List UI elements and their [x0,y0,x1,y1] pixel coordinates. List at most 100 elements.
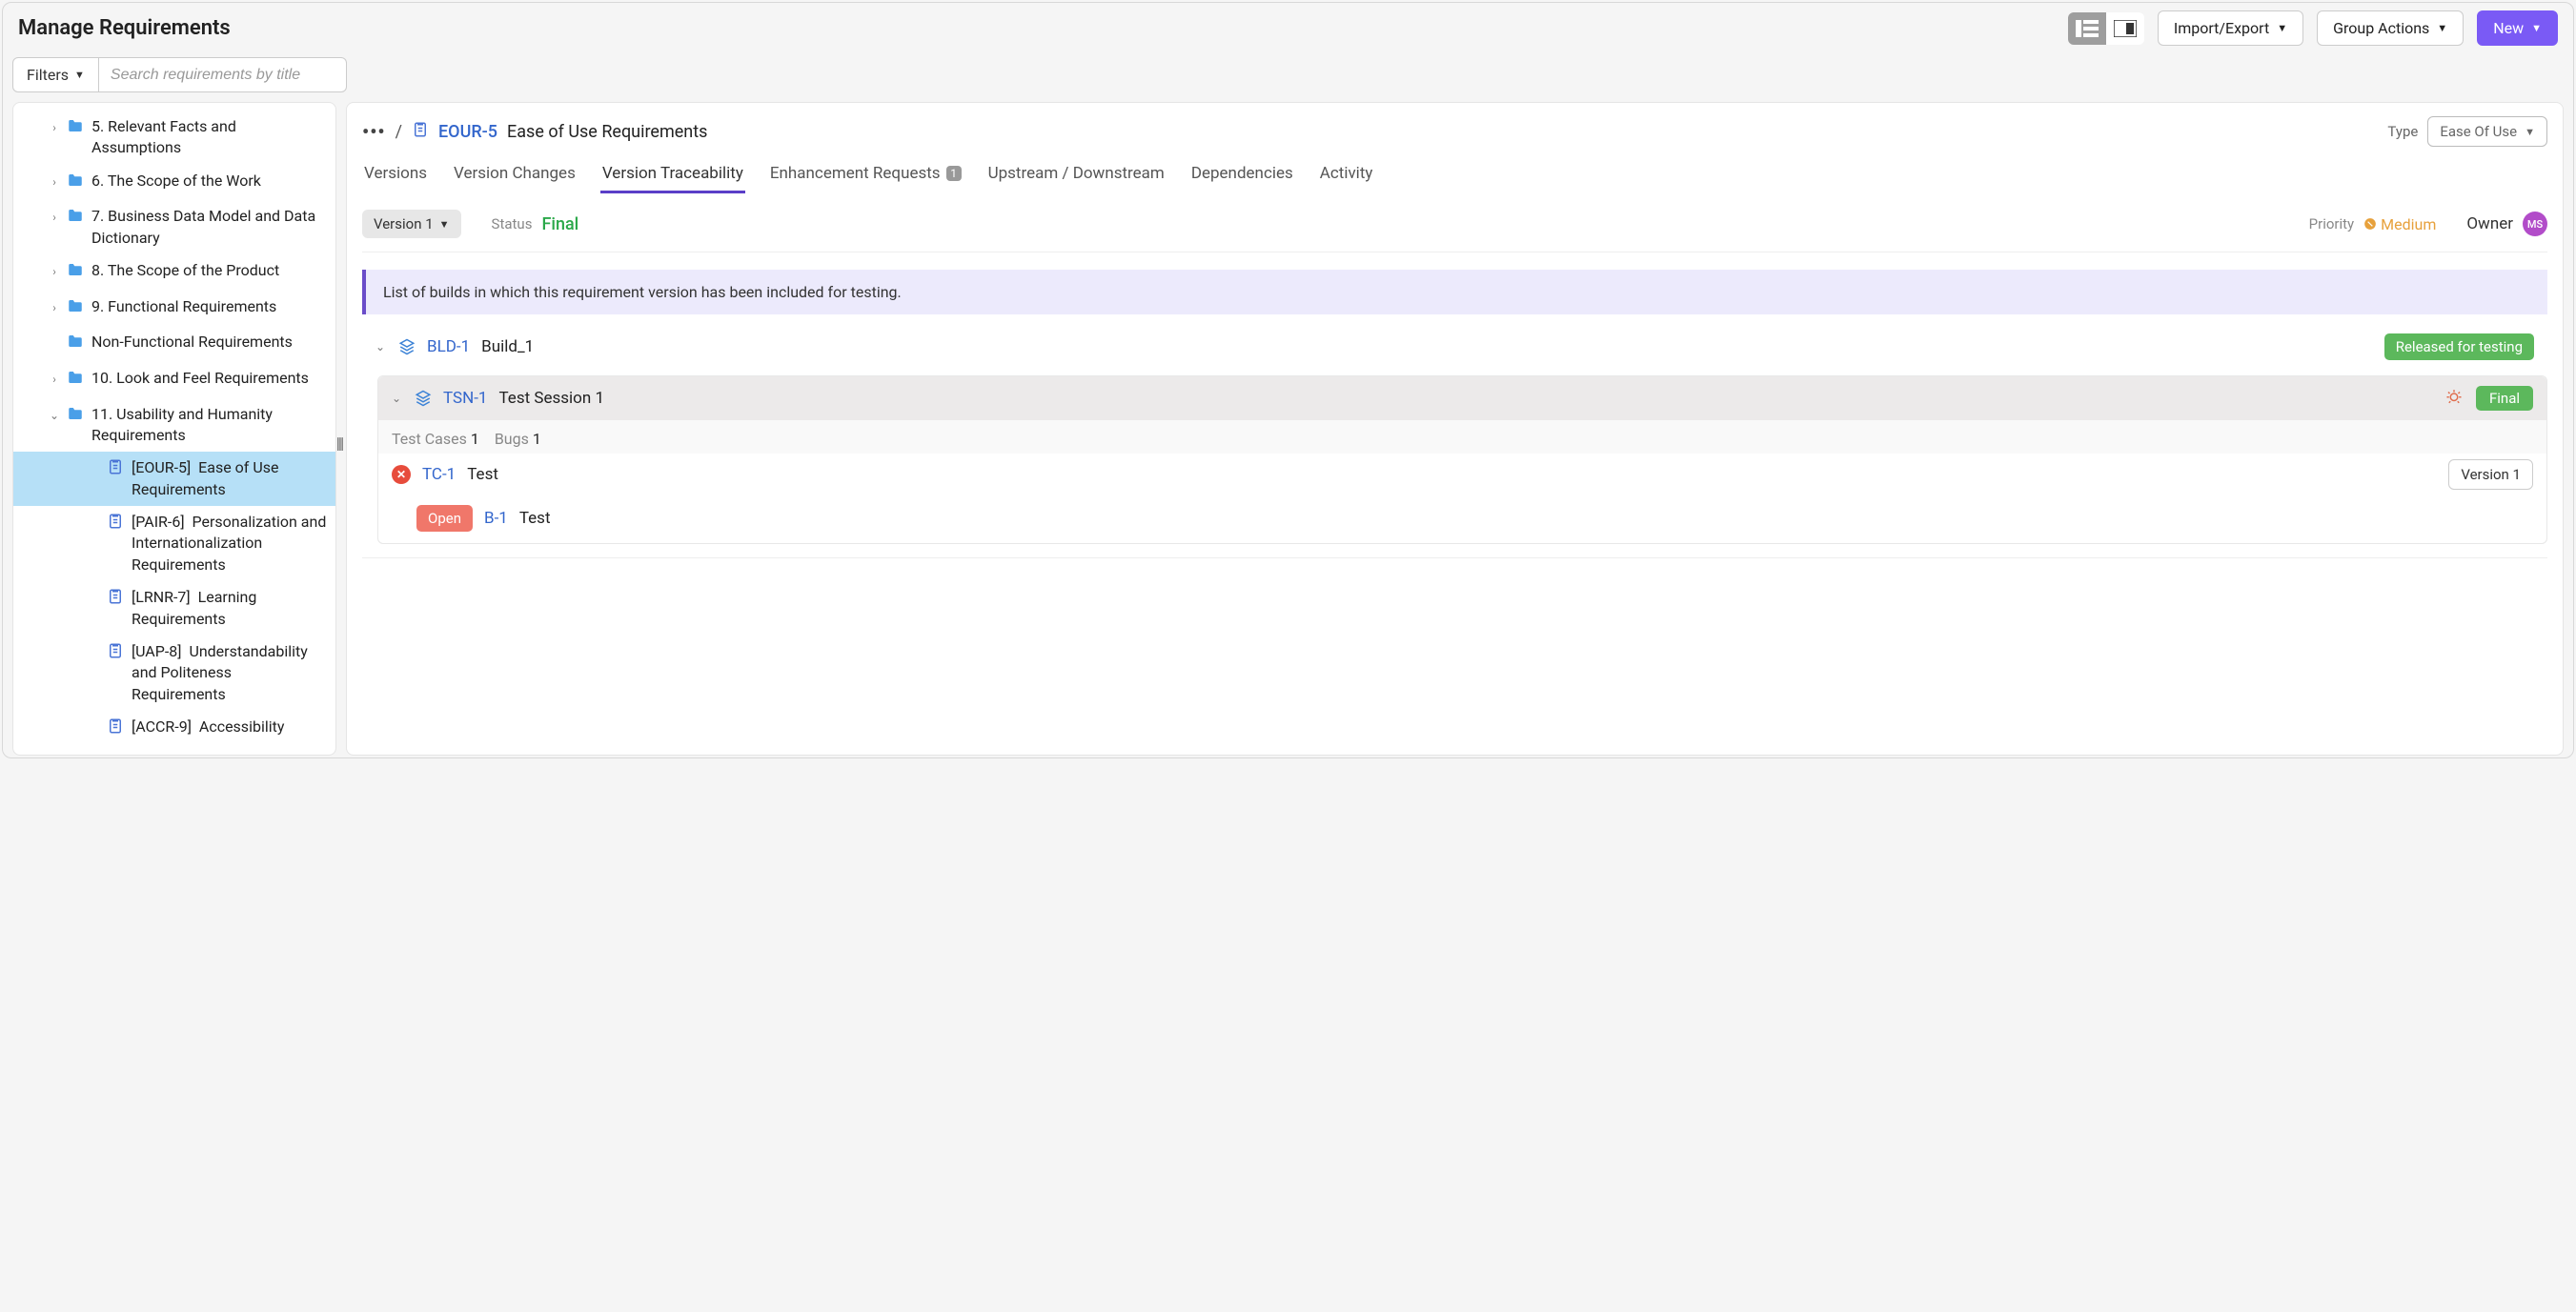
new-label: New [2493,19,2524,37]
chevron-right-icon[interactable]: › [48,120,61,136]
testcase-fail-icon: ✕ [392,465,411,484]
sidebar-item-label: [ACCR-9] Accessibility [132,717,284,737]
import-export-button[interactable]: Import/Export ▼ [2158,10,2303,46]
breadcrumb-title: Ease of Use Requirements [507,122,707,142]
type-label: Type [2387,123,2418,140]
sidebar-folder[interactable]: › 9. Functional Requirements [13,291,335,327]
build-name: Build_1 [481,337,534,356]
chevron-right-icon[interactable]: › [48,300,61,316]
sidebar-item-label: [PAIR-6] Personalization and Internation… [132,512,328,575]
bug-status-badge: Open [416,505,473,532]
tab-version-changes[interactable]: Version Changes [452,156,578,193]
tab-badge: 1 [946,166,962,181]
testcase-id-link[interactable]: TC-1 [422,465,456,484]
sidebar-item-label: [EOUR-5] Ease of Use Requirements [132,457,328,500]
folder-icon [67,333,86,356]
tab-label: Activity [1320,164,1373,183]
tab-label: Upstream / Downstream [988,164,1165,183]
tab-versions[interactable]: Versions [362,156,429,193]
sidebar-item-label: 9. Functional Requirements [91,296,276,317]
tab-enhancement-requests[interactable]: Enhancement Requests 1 [768,156,963,193]
version-select[interactable]: Version 1 ▼ [362,210,461,238]
tab-upstream-downstream[interactable]: Upstream / Downstream [986,156,1166,193]
status-value: Final [541,214,578,234]
list-view-icon [2076,20,2099,37]
sidebar-item-label: Non-Functional Requirements [91,332,293,353]
search-input[interactable] [99,57,347,92]
tab-version-traceability[interactable]: Version Traceability [600,156,745,193]
sidebar-folder[interactable]: › 10. Look and Feel Requirements [13,362,335,398]
detail-tabs: Versions Version Changes Version Traceabil… [362,156,2547,194]
type-select[interactable]: Ease Of Use ▼ [2427,116,2547,147]
sidebar-item[interactable]: [UAP-8] Understandability and Politeness… [13,636,335,711]
group-actions-button[interactable]: Group Actions ▼ [2317,10,2464,46]
bug-name: Test [519,509,551,528]
priority-label: Priority [2309,215,2354,232]
folder-icon [67,297,86,321]
folder-icon [67,405,86,429]
folder-icon [67,261,86,285]
caret-down-icon: ▼ [2531,22,2542,34]
breadcrumb-more-icon[interactable]: ••• [362,120,386,143]
owner-avatar[interactable]: MS [2523,212,2547,236]
sidebar-item[interactable]: [ACCR-9] Accessibility [13,711,335,747]
view-list-button[interactable] [2068,12,2106,45]
tab-label: Version Changes [454,164,576,183]
requirement-icon [107,642,126,666]
page-title: Manage Requirements [18,16,231,40]
tab-label: Version Traceability [602,164,743,183]
version-label: Version 1 [374,215,434,232]
bugs-count-label: Bugs [495,430,529,448]
session-icon [415,390,432,407]
new-button[interactable]: New ▼ [2477,10,2558,46]
info-banner: List of builds in which this requirement… [362,270,2547,314]
view-split-button[interactable] [2106,12,2144,45]
requirement-icon [107,513,126,536]
panel-resize-handle[interactable]: ⦀ [335,432,344,458]
tab-activity[interactable]: Activity [1318,156,1375,193]
sidebar-folder[interactable]: ›6. The Scope of the Work [13,165,335,201]
sidebar-folder[interactable]: ⌄ 11. Usability and Humanity Requirements [13,398,335,453]
chevron-right-icon[interactable]: › [48,210,61,226]
priority-value: Medium [2363,215,2436,233]
requirement-icon [107,588,126,612]
caret-down-icon: ▼ [2437,22,2447,34]
breadcrumb-id[interactable]: EOUR-5 [438,122,497,142]
session-status-badge: Final [2476,386,2533,411]
tab-dependencies[interactable]: Dependencies [1189,156,1295,193]
sidebar-item[interactable]: [PAIR-6] Personalization and Internation… [13,506,335,581]
bugs-count: 1 [533,430,541,448]
chevron-right-icon[interactable]: › [48,372,61,388]
chevron-down-icon[interactable]: ⌄ [48,408,61,424]
group-actions-label: Group Actions [2333,19,2429,37]
build-id-link[interactable]: BLD-1 [427,337,470,356]
sidebar-item-label: 11. Usability and Humanity Requirements [91,404,328,447]
sidebar-folder[interactable]: ›8. The Scope of the Product [13,254,335,291]
sidebar-item-label: [UAP-8] Understandability and Politeness… [132,641,328,705]
chevron-down-icon[interactable]: ⌄ [392,392,403,405]
sidebar-item[interactable]: [EOUR-5] Ease of Use Requirements [13,452,335,506]
sidebar-item[interactable]: [LRNR-7] Learning Requirements [13,581,335,636]
requirement-icon [107,717,126,741]
bug-id-link[interactable]: B-1 [484,509,508,528]
sidebar-folder[interactable]: › 5. Relevant Facts and Assumptions [13,111,335,165]
chevron-right-icon[interactable]: › [48,264,61,280]
filters-button[interactable]: Filters ▼ [12,57,99,92]
sidebar-item-label: [LRNR-7] Learning Requirements [132,587,328,630]
sidebar: › 5. Relevant Facts and Assumptions ›6. Th… [12,102,336,756]
sidebar-folder[interactable]: Non-Functional Requirements [13,326,335,362]
status-label: Status [492,215,533,232]
testcase-version-badge[interactable]: Version 1 [2448,459,2533,490]
testcases-count: 1 [471,430,479,448]
sidebar-item-label: 5. Relevant Facts and Assumptions [91,116,328,159]
build-status-badge: Released for testing [2384,333,2534,360]
tab-label: Versions [364,164,427,183]
import-export-label: Import/Export [2174,19,2269,37]
chevron-right-icon[interactable]: › [48,174,61,191]
sidebar-item-label: 10. Look and Feel Requirements [91,368,309,389]
tab-label: Dependencies [1191,164,1293,183]
chevron-down-icon[interactable]: ⌄ [375,340,387,353]
session-id-link[interactable]: TSN-1 [443,389,487,408]
tab-label: Enhancement Requests [770,164,941,183]
sidebar-folder[interactable]: ›7. Business Data Model and Data Diction… [13,200,335,254]
